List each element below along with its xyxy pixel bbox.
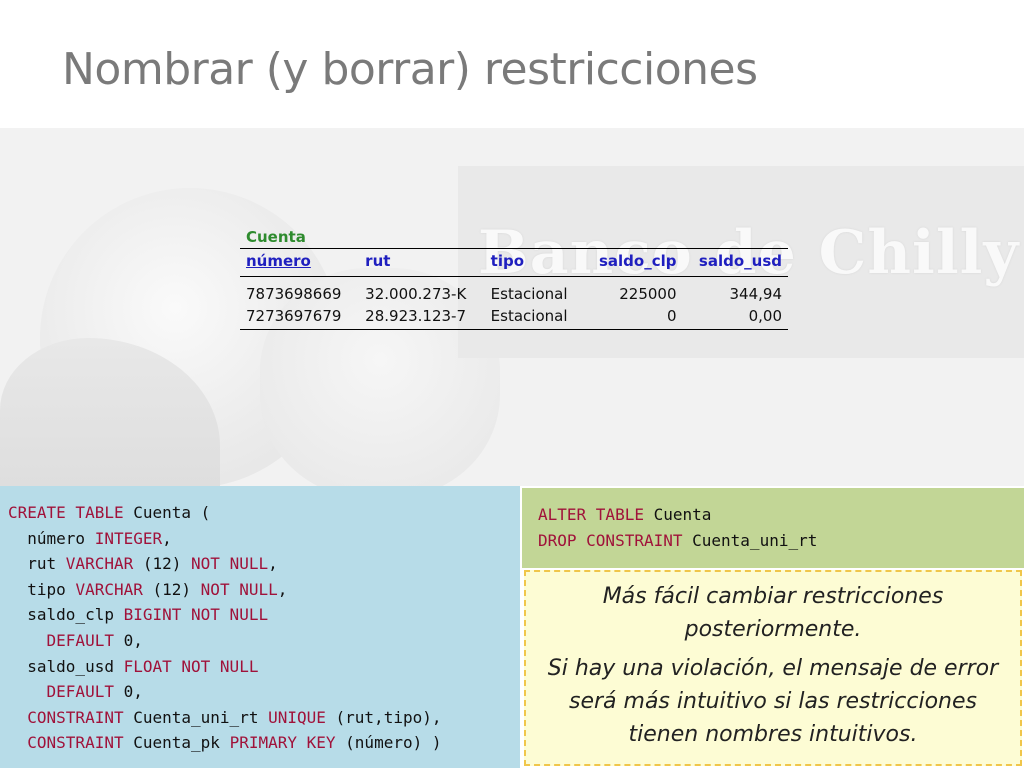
table-row: 7873698669 32.000.273-K Estacional 22500… — [240, 277, 788, 306]
create-table-code-box: CREATE TABLE Cuenta ( número INTEGER, ru… — [0, 486, 520, 768]
alter-code-line: DROP CONSTRAINT Cuenta_uni_rt — [538, 531, 817, 550]
create-code-line: número INTEGER, — [8, 529, 172, 548]
sql-text: Cuenta_uni_rt — [682, 530, 818, 550]
column-header-saldo-clp: saldo_clp — [583, 248, 683, 277]
table-cell: 0 — [583, 305, 683, 330]
table-cell: 28.923.123-7 — [359, 305, 485, 330]
sql-keyword: ALTER TABLE — [538, 505, 644, 524]
table-cell: 7873698669 — [246, 285, 342, 303]
create-code-line: CONSTRAINT Cuenta_uni_rt UNIQUE (rut,tip… — [8, 708, 441, 727]
sql-keyword: NOT NULL — [191, 554, 269, 574]
create-code-line: saldo_clp BIGINT NOT NULL — [8, 605, 268, 624]
sql-text: número — [8, 528, 95, 548]
sql-keyword: CONSTRAINT — [27, 707, 124, 727]
sql-text: rut — [8, 554, 66, 574]
table-cell: 0,00 — [682, 305, 788, 330]
table-cell: Estacional — [484, 305, 584, 330]
sql-text: (12) — [142, 579, 201, 599]
account-table-block: Cuenta número rut tipo saldo_clp saldo_u… — [240, 228, 788, 330]
create-code-line: DEFAULT 0, — [8, 631, 143, 650]
sql-keyword: PRIMARY KEY — [229, 733, 336, 753]
column-header-saldo-usd: saldo_usd — [682, 248, 788, 277]
table-cell: 225000 — [619, 285, 677, 303]
create-code-line: tipo VARCHAR (12) NOT NULL, — [8, 580, 287, 599]
create-code-line: DEFAULT 0, — [8, 682, 143, 701]
sql-keyword: FLOAT NOT NULL — [123, 656, 259, 676]
create-code-line: saldo_usd FLOAT NOT NULL — [8, 657, 258, 676]
sql-keyword: UNIQUE — [268, 707, 326, 727]
alter-code-line: ALTER TABLE Cuenta — [538, 505, 711, 524]
sql-text: Cuenta ( — [123, 503, 211, 522]
table-cell: Estacional — [490, 285, 568, 303]
note-paragraph-2: Si hay una violación, el mensaje de erro… — [547, 656, 999, 747]
alter-table-code: ALTER TABLE Cuenta DROP CONSTRAINT Cuent… — [538, 502, 1024, 553]
account-table: número rut tipo saldo_clp saldo_usd 7873… — [240, 248, 788, 330]
column-header-tipo: tipo — [484, 248, 584, 277]
sql-text: Cuenta_pk — [123, 733, 230, 753]
sql-keyword: DEFAULT — [46, 682, 114, 702]
sql-text: tipo — [8, 579, 76, 599]
note-paragraph-1: Más fácil cambiar restricciones posterio… — [602, 584, 944, 642]
sql-keyword: VARCHAR — [65, 554, 134, 574]
table-name: Cuenta — [246, 228, 306, 246]
sql-keyword: NOT NULL — [200, 579, 278, 599]
table-row: 7273697679 28.923.123-7 Estacional 0 0,0… — [240, 305, 788, 330]
create-code-line: CONSTRAINT Cuenta_pk PRIMARY KEY (número… — [8, 733, 442, 753]
table-cell: 7273697679 — [240, 305, 360, 330]
note-box: Más fácil cambiar restricciones posterio… — [524, 570, 1022, 766]
sql-text: 0, — [113, 682, 143, 702]
sql-keyword: VARCHAR — [75, 579, 143, 599]
sql-text: saldo_clp — [8, 605, 124, 625]
column-header-numero: número — [240, 248, 360, 277]
sql-text: (rut,tipo), — [325, 707, 442, 727]
sql-text: Cuenta — [643, 505, 712, 524]
column-header-rut: rut — [359, 248, 485, 277]
table-cell: 32.000.273-K — [365, 285, 467, 303]
sql-keyword: DROP CONSTRAINT — [538, 530, 683, 550]
table-cell: 344,94 — [729, 285, 783, 303]
create-code-line: CREATE TABLE Cuenta ( — [8, 503, 210, 522]
sql-text: (número) ) — [335, 733, 442, 753]
sql-text: , — [277, 579, 288, 599]
create-table-code: CREATE TABLE Cuenta ( número INTEGER, ru… — [8, 500, 520, 756]
sql-keyword: CONSTRAINT — [27, 733, 124, 753]
sql-text: , — [268, 554, 278, 574]
create-code-line: rut VARCHAR (12) NOT NULL, — [8, 554, 278, 574]
sql-keyword: DEFAULT — [46, 630, 114, 650]
sql-keyword: INTEGER — [94, 528, 163, 548]
sql-text: , — [162, 528, 172, 548]
sql-text: (12) — [133, 554, 192, 574]
sql-keyword: BIGINT NOT NULL — [123, 605, 269, 625]
sql-text: Cuenta_uni_rt — [123, 707, 269, 727]
sql-text: saldo_usd — [8, 656, 124, 676]
alter-table-code-box: ALTER TABLE Cuenta DROP CONSTRAINT Cuent… — [522, 488, 1024, 568]
sql-keyword: CREATE TABLE — [8, 503, 124, 522]
slide-title: Nombrar (y borrar) restricciones — [62, 44, 758, 95]
table-header-row: número rut tipo saldo_clp saldo_usd — [240, 248, 788, 277]
sql-text: 0, — [113, 630, 143, 650]
